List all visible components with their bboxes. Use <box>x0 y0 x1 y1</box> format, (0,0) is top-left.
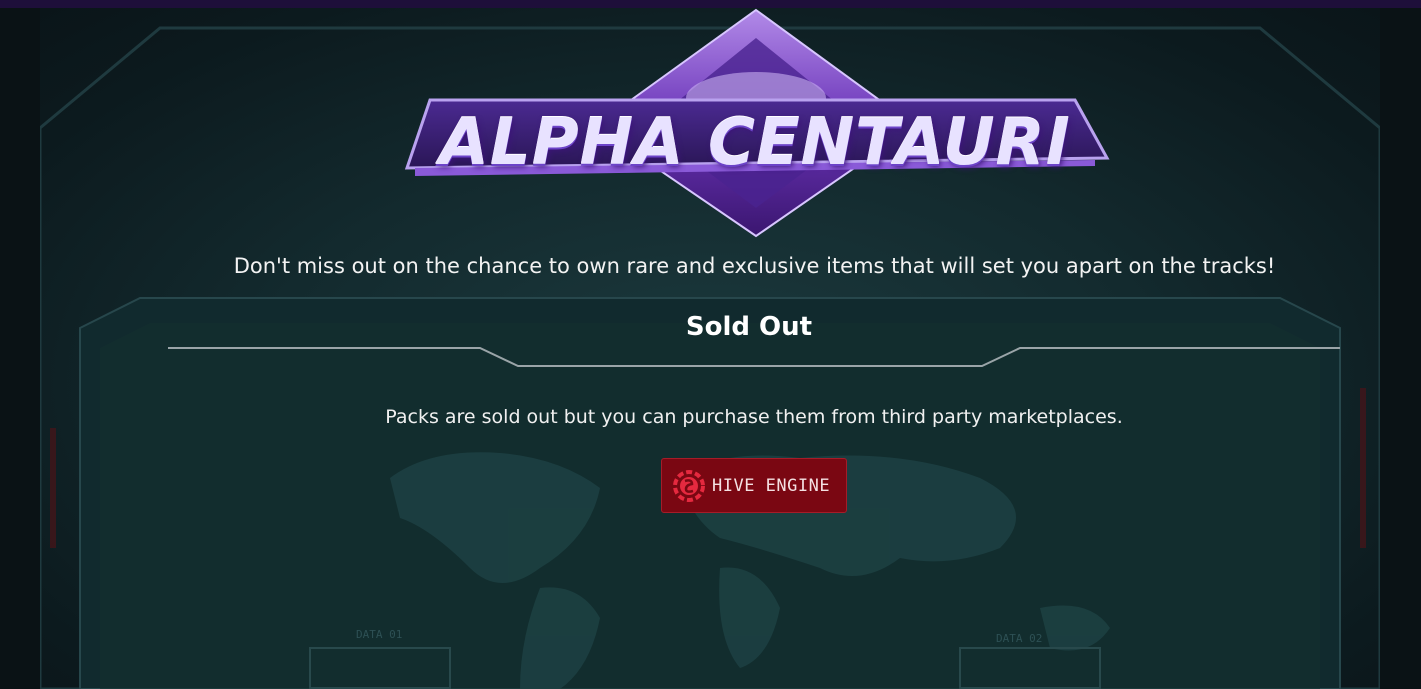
alpha-centauri-logo: ALPHA CENTAURI <box>395 8 1115 240</box>
hive-engine-label: HIVE ENGINE <box>712 475 831 496</box>
logo-text: ALPHA CENTAURI <box>439 106 1071 180</box>
section-divider <box>168 347 1340 367</box>
tagline-text: Don't miss out on the chance to own rare… <box>233 254 1276 278</box>
data-label-1: DATA 01 <box>356 628 403 641</box>
info-text: Packs are sold out but you can purchase … <box>385 406 1123 428</box>
hive-engine-logo-icon <box>673 469 705 502</box>
section-title: Sold Out <box>685 312 813 342</box>
hive-engine-button[interactable]: HIVE ENGINE <box>661 458 847 513</box>
top-bar <box>0 0 1421 8</box>
data-label-2: DATA 02 <box>996 632 1043 645</box>
